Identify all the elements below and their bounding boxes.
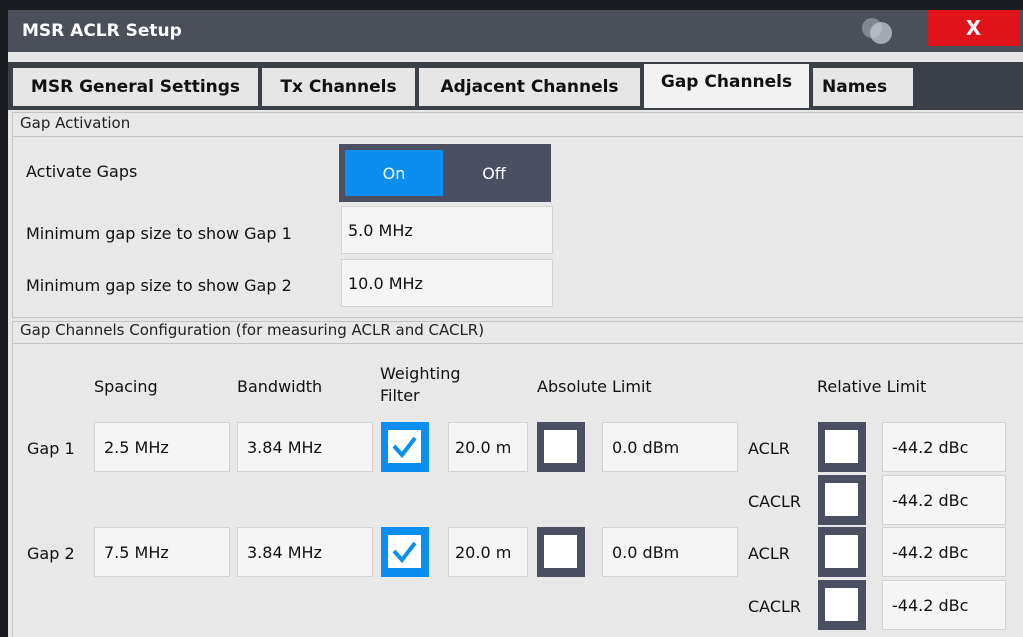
gap-activation-title: Gap Activation (20, 114, 131, 132)
gap1-bandwidth-field[interactable]: 3.84 MHz (237, 422, 373, 472)
gap2-weighting-checkbox[interactable] (381, 527, 429, 577)
gap1-caclr-label: CACLR (748, 492, 802, 511)
close-button[interactable]: X (928, 10, 1019, 46)
activate-gaps-on-option[interactable]: On (345, 150, 443, 196)
tab-label: Tx Channels (280, 77, 397, 97)
gap1-absolute-limit-checkbox[interactable] (537, 422, 585, 472)
min-gap1-label: Minimum gap size to show Gap 1 (26, 224, 292, 243)
min-gap2-label: Minimum gap size to show Gap 2 (26, 276, 292, 295)
gap1-weighting-value-field[interactable]: 20.0 m (448, 422, 528, 472)
tab-names[interactable]: Names (813, 68, 913, 106)
tab-label: Adjacent Channels (440, 77, 619, 97)
gap1-weighting-checkbox[interactable] (381, 422, 429, 472)
activate-gaps-off-option[interactable]: Off (443, 150, 545, 196)
divider (13, 343, 1023, 344)
min-gap1-field[interactable]: 5.0 MHz (341, 206, 553, 254)
activate-gaps-toggle: On Off (339, 144, 551, 202)
gap2-caclr-relative-field[interactable]: -44.2 dBc (882, 580, 1006, 630)
relative-limit-header: Relative Limit (817, 377, 927, 396)
gap1-caclr-relative-field[interactable]: -44.2 dBc (882, 475, 1006, 525)
gap2-label: Gap 2 (27, 544, 75, 563)
bandwidth-header: Bandwidth (237, 377, 323, 396)
gap1-aclr-relative-field[interactable]: -44.2 dBc (882, 422, 1006, 472)
gap2-spacing-field[interactable]: 7.5 MHz (94, 527, 230, 577)
checkbox-box (388, 535, 421, 568)
gap-config-title: Gap Channels Configuration (for measurin… (20, 321, 485, 339)
checkbox-box (825, 535, 858, 568)
gap2-aclr-label: ACLR (748, 544, 790, 563)
close-icon: X (965, 16, 982, 40)
checkbox-box (388, 430, 421, 463)
tab-label: Gap Channels (660, 72, 793, 92)
gap2-aclr-checkbox[interactable] (818, 527, 866, 577)
tab-adjacent-channels[interactable]: Adjacent Channels (419, 68, 640, 106)
checkbox-box (544, 430, 577, 463)
gap2-caclr-label: CACLR (748, 597, 802, 616)
msr-aclr-setup-dialog: MSR ACLR Setup X MSR General Settings Tx… (8, 10, 1023, 637)
checkbox-box (825, 430, 858, 463)
gap1-aclr-label: ACLR (748, 439, 790, 458)
title-bar: MSR ACLR Setup X (8, 10, 1023, 52)
absolute-limit-header: Absolute Limit (537, 377, 652, 396)
checkmark-icon (392, 436, 417, 459)
tab-bar: MSR General Settings Tx Channels Adjacen… (8, 62, 1023, 110)
checkbox-box (825, 483, 858, 516)
tab-gap-channels[interactable]: Gap Channels (644, 64, 809, 108)
divider (13, 136, 1023, 137)
gap1-aclr-checkbox[interactable] (818, 422, 866, 472)
weighting-filter-header-line2: Filter (380, 386, 420, 405)
app-logo-icon (862, 18, 892, 44)
gap2-aclr-relative-field[interactable]: -44.2 dBc (882, 527, 1006, 577)
gap1-absolute-limit-field[interactable]: 0.0 dBm (602, 422, 738, 472)
spacing-header: Spacing (94, 377, 158, 396)
tab-label: Names (822, 77, 888, 97)
gap2-absolute-limit-field[interactable]: 0.0 dBm (602, 527, 738, 577)
weighting-filter-header-line1: Weighting (380, 364, 461, 383)
gap-config-section (12, 321, 1023, 637)
checkbox-box (825, 588, 858, 621)
checkmark-icon (392, 541, 417, 564)
gap1-caclr-checkbox[interactable] (818, 475, 866, 525)
gap1-label: Gap 1 (27, 439, 75, 458)
checkbox-box (544, 535, 577, 568)
tab-tx-channels[interactable]: Tx Channels (262, 68, 415, 106)
gap1-spacing-field[interactable]: 2.5 MHz (94, 422, 230, 472)
dialog-title: MSR ACLR Setup (22, 21, 182, 41)
tab-label: MSR General Settings (30, 77, 241, 97)
gap2-caclr-checkbox[interactable] (818, 580, 866, 630)
activate-gaps-label: Activate Gaps (26, 162, 138, 181)
gap2-bandwidth-field[interactable]: 3.84 MHz (237, 527, 373, 577)
gap2-absolute-limit-checkbox[interactable] (537, 527, 585, 577)
gap2-weighting-value-field[interactable]: 20.0 m (448, 527, 528, 577)
tab-msr-general-settings[interactable]: MSR General Settings (13, 68, 258, 106)
min-gap2-field[interactable]: 10.0 MHz (341, 259, 553, 307)
